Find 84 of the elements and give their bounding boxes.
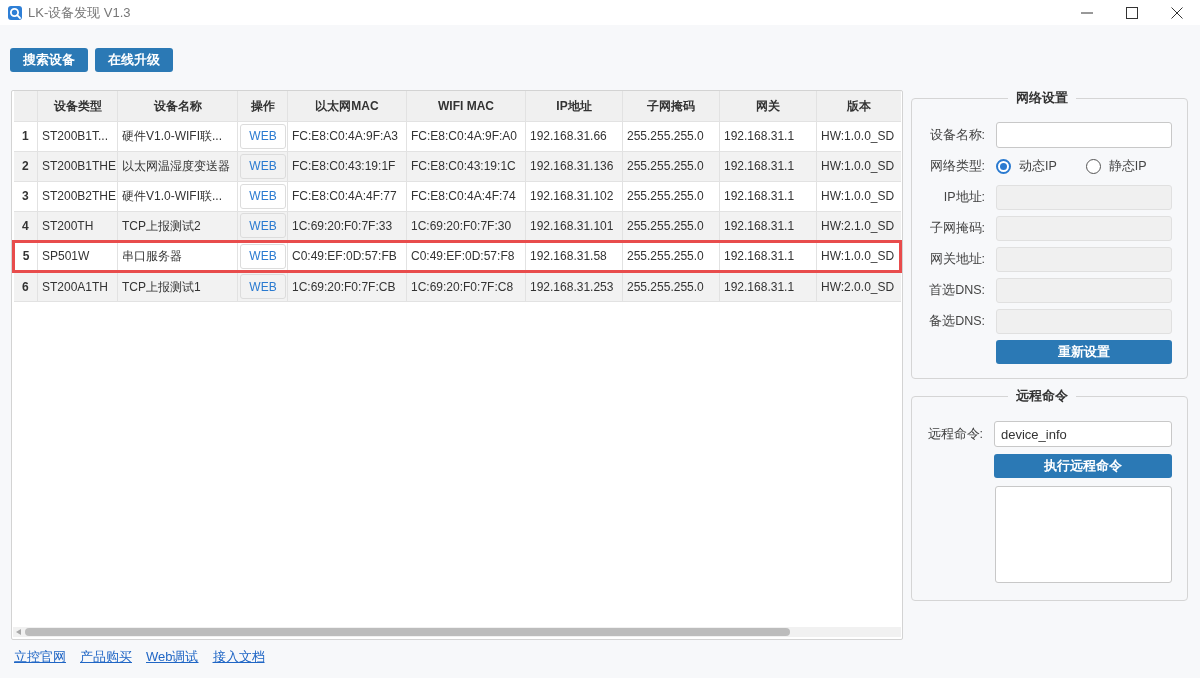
column-header[interactable]: 以太网MAC	[287, 91, 407, 121]
radio-button[interactable]	[1085, 159, 1101, 174]
radio-label[interactable]: 动态IP	[1019, 157, 1057, 176]
row-number: 6	[13, 271, 38, 301]
column-header[interactable]: 操作	[237, 91, 288, 121]
column-header[interactable]: 子网掩码	[622, 91, 720, 121]
input-field[interactable]	[996, 122, 1172, 148]
table-cell: 1C:69:20:F0:7F:CB	[287, 271, 407, 301]
table-cell: 192.168.31.1	[719, 181, 817, 211]
maximize-icon[interactable]	[1126, 6, 1138, 19]
web-button[interactable]: WEB	[240, 153, 286, 179]
table-cell: 硬件V1.0-WIFI联...	[117, 121, 238, 151]
field-label: 网关地址:	[928, 251, 985, 269]
column-header[interactable]: 网关	[719, 91, 817, 121]
footer-link[interactable]: Web调试	[146, 649, 199, 665]
table-cell: ST200B1T...	[37, 121, 118, 151]
left-arrow-icon[interactable]	[16, 629, 21, 635]
table-cell: 192.168.31.253	[525, 271, 623, 301]
reset-button[interactable]: 重新设置	[996, 340, 1172, 364]
web-button[interactable]: WEB	[240, 274, 286, 299]
table-cell: 192.168.31.1	[719, 271, 817, 301]
table-cell: 192.168.31.1	[719, 151, 817, 181]
field-label: 远程命令:	[926, 425, 983, 443]
command-input[interactable]: device_info	[994, 421, 1172, 447]
group-title: 远程命令	[1015, 388, 1069, 404]
horizontal-scrollbar[interactable]	[13, 627, 901, 637]
table-cell: FC:E8:C0:4A:9F:A3	[287, 121, 407, 151]
radio-button[interactable]	[996, 159, 1011, 174]
table-cell: TCP上报测试1	[117, 271, 238, 301]
table-row[interactable]: 5 SP501W 串口服务器 WEB C0:49:EF:0D:57:FB C0:49:EF:0D:57:F8 192.168.31.58 255.255.255.0 192.168.31.1 HW:1.0.0_SD	[13, 241, 901, 271]
field-label: IP地址:	[942, 189, 985, 207]
web-button[interactable]: WEB	[240, 213, 286, 238]
field-label: 备选DNS:	[928, 313, 985, 331]
column-header[interactable]: IP地址	[525, 91, 623, 121]
table-cell: 255.255.255.0	[622, 181, 720, 211]
footer-link[interactable]: 立控官网	[14, 649, 66, 665]
table-row[interactable]: 4 ST200TH TCP上报测试2 WEB 1C:69:20:F0:7F:33 1C:69:20:F0:7F:30 192.168.31.101 255.255.255.0 192.168.31.1 HW:2.1.0_SD	[13, 211, 901, 241]
table-cell: 192.168.31.102	[525, 181, 623, 211]
output-box[interactable]	[995, 486, 1172, 583]
table-cell: FC:E8:C0:43:19:1C	[406, 151, 526, 181]
table-cell: 以太网温湿度变送器	[117, 151, 238, 181]
column-header[interactable]: 设备名称	[117, 91, 238, 121]
table-cell: 255.255.255.0	[622, 151, 720, 181]
table-cell: ST200B1THE	[37, 151, 118, 181]
table-cell: FC:E8:C0:4A:4F:77	[287, 181, 407, 211]
table-cell: FC:E8:C0:4A:4F:74	[406, 181, 526, 211]
field-label: 网络类型:	[928, 158, 985, 176]
table-cell: ST200B2THE	[37, 181, 118, 211]
toolbar-button[interactable]: 在线升级	[95, 48, 173, 72]
column-header[interactable]: WIFI MAC	[406, 91, 526, 121]
row-number: 2	[13, 151, 38, 181]
web-button[interactable]: WEB	[240, 123, 286, 149]
row-number: 3	[13, 181, 38, 211]
table-row[interactable]: 6 ST200A1TH TCP上报测试1 WEB 1C:69:20:F0:7F:CB 1C:69:20:F0:7F:C8 192.168.31.253 255.255.255.0 192.168.31.1 HW:2.0.0_SD	[13, 271, 901, 301]
toolbar-button[interactable]: 搜索设备	[10, 48, 88, 72]
column-header[interactable]: 设备类型	[37, 91, 118, 121]
table-cell: FC:E8:C0:43:19:1F	[287, 151, 407, 181]
web-button[interactable]: WEB	[240, 183, 286, 209]
radio-label[interactable]: 静态IP	[1108, 157, 1147, 176]
table-cell: 255.255.255.0	[622, 121, 720, 151]
table-cell: 1C:69:20:F0:7F:C8	[406, 271, 526, 301]
table-cell: FC:E8:C0:4A:9F:A0	[406, 121, 526, 151]
group-title: 网络设置	[1015, 90, 1069, 106]
field-label: 首选DNS:	[928, 282, 985, 300]
window-title: LK-设备发现 V1.3	[28, 3, 131, 22]
footer-link[interactable]: 产品购买	[80, 649, 132, 665]
field-label: 设备名称:	[928, 126, 985, 144]
close-icon[interactable]	[1171, 6, 1183, 19]
magnifier-app-icon	[8, 5, 22, 20]
table-row[interactable]: 2 ST200B1THE 以太网温湿度变送器 WEB FC:E8:C0:43:19:1F FC:E8:C0:43:19:1C 192.168.31.136 255.255.255.0 192.168.31.1 HW:1.0.0_SD	[13, 151, 901, 181]
column-header[interactable]: 版本	[816, 91, 901, 121]
table-cell: 硬件V1.0-WIFI联...	[117, 181, 238, 211]
field-label: 子网掩码:	[928, 220, 985, 238]
web-button[interactable]: WEB	[240, 243, 286, 269]
table-row[interactable]: 3 ST200B2THE 硬件V1.0-WIFI联... WEB FC:E8:C0:4A:4F:77 FC:E8:C0:4A:4F:74 192.168.31.102 255.255.255.0 192.168.31.1 HW:1.0.0_SD	[13, 181, 901, 211]
footer-link[interactable]: 接入文档	[212, 649, 265, 665]
row-number: 1	[13, 121, 38, 151]
table-cell: 192.168.31.66	[525, 121, 623, 151]
table-cell: 192.168.31.136	[525, 151, 623, 181]
execute-button[interactable]: 执行远程命令	[994, 454, 1172, 478]
table-cell: 192.168.31.1	[719, 121, 817, 151]
table-cell: 255.255.255.0	[622, 271, 720, 301]
table-row[interactable]: 1 ST200B1T... 硬件V1.0-WIFI联... WEB FC:E8:C0:4A:9F:A3 FC:E8:C0:4A:9F:A0 192.168.31.66 255.255.255.0 192.168.31.1 HW:1.0.0_SD	[13, 121, 901, 151]
table-cell: ST200A1TH	[37, 271, 118, 301]
